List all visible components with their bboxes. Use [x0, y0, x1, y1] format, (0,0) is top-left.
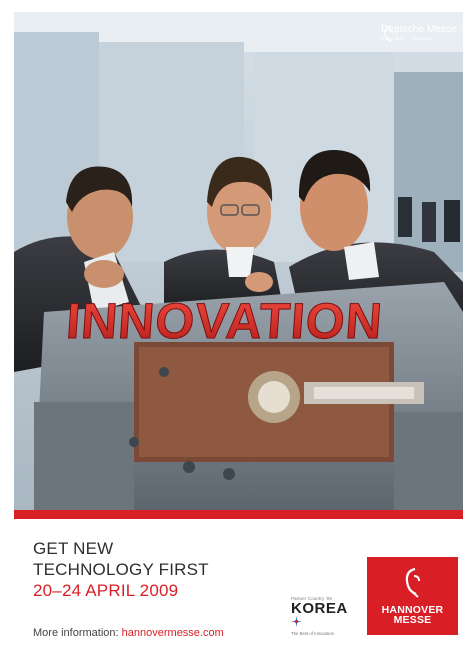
deutsche-messe-mark-icon — [384, 25, 398, 43]
hero-photo-illustration: INNOVATION — [14, 12, 463, 510]
hannover-messe-mark-icon — [405, 567, 420, 598]
hero-photo: INNOVATION Deutsche Messe Hannover · Ger… — [14, 12, 463, 510]
deutsche-messe-logo: Deutsche Messe Hannover · Germany — [381, 24, 457, 43]
more-info-label: More information: — [33, 627, 119, 639]
innovation-word: INNOVATION — [64, 293, 384, 349]
accent-band — [14, 510, 463, 519]
partner-country-logo: Partner Country '09 KOREA The Best of In… — [291, 596, 359, 636]
hannover-messe-line-2: MESSE — [393, 614, 432, 626]
headline-block: GET NEW TECHNOLOGY FIRST 20–24 APRIL 200… — [33, 538, 209, 601]
partner-country-name-text: KOREA — [291, 600, 348, 617]
poster: INNOVATION Deutsche Messe Hannover · Ger… — [0, 0, 463, 648]
website-link[interactable]: hannovermesse.com — [122, 627, 224, 639]
partner-country-name: KOREA — [291, 601, 359, 631]
more-info: More information: hannovermesse.com — [33, 627, 224, 639]
partner-country-tagline: The Best of Innovation — [291, 631, 334, 636]
event-dates: 20–24 APRIL 2009 — [33, 581, 179, 600]
headline-line-1: GET NEW — [33, 539, 114, 558]
headline-line-2: TECHNOLOGY FIRST — [33, 560, 209, 579]
hannover-messe-wordmark: HANNOVER MESSE — [367, 605, 458, 626]
korea-star-icon — [291, 616, 302, 627]
hannover-messe-logo: HANNOVER MESSE — [367, 557, 458, 635]
